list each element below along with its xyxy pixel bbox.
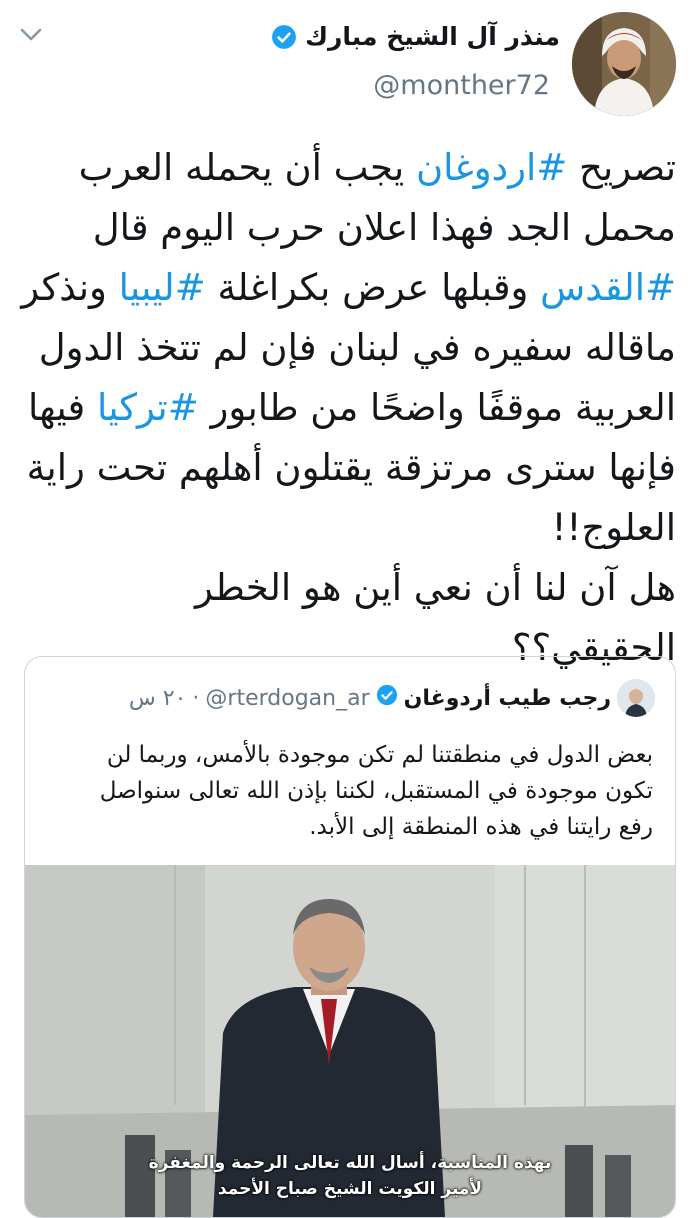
video-subtitle-line: لأمير الكويت الشيخ صباح الأحمد	[217, 1179, 483, 1199]
quoted-tweet-video[interactable]: بهذه المناسبة، أسال الله تعالى الرحمة وا…	[25, 865, 675, 1217]
hashtag-link[interactable]: #اردوغان	[416, 146, 567, 189]
tweet-text-segment: فيها	[28, 386, 97, 429]
verified-badge-icon	[376, 684, 398, 712]
verified-badge-icon	[271, 24, 297, 50]
tweet-text-segment: العربية موقفًا واضحًا من طابور	[198, 386, 677, 429]
author-name-row[interactable]: منذر آل الشيخ مبارك	[271, 22, 560, 51]
quoted-text-line: تكون موجودة في المستقبل، لكننا بإذن الله…	[99, 778, 653, 804]
tweet-text-line: فإنها سترى مرتزقة يقتلون أهلهم تحت راية	[20, 438, 676, 498]
author-handle[interactable]: @monther72	[373, 70, 550, 101]
tweet-text-line: تصريح #اردوغان يجب أن يحمله العرب	[20, 138, 676, 198]
quoted-text-line: رفع رايتنا في هذه المنطقة إلى الأبد.	[309, 814, 653, 840]
tweet-text-line: العربية موقفًا واضحًا من طابور #تركيا في…	[20, 378, 676, 438]
quoted-tweet-header: رجب طيب أردوغان @rterdogan_ar · ٢٠ س	[129, 679, 655, 717]
hashtag-link[interactable]: #ليبيا	[119, 266, 206, 309]
chevron-down-icon[interactable]	[18, 22, 44, 48]
tweet-text-line: العلوج!!	[20, 498, 676, 558]
hashtag-link[interactable]: #تركيا	[97, 386, 199, 429]
tweet-text-segment: هل آن لنا أن نعي أين هو الخطر الحقيقي؟؟	[194, 566, 676, 669]
quoted-text-line: بعض الدول في منطقتنا لم تكن موجودة بالأم…	[106, 742, 653, 768]
quoted-tweet-card[interactable]: رجب طيب أردوغان @rterdogan_ar · ٢٠ س بعض…	[24, 656, 676, 1218]
tweet-text-line: ماقاله سفيره في لبنان فإن لم تتخذ الدول	[20, 318, 676, 378]
author-display-name[interactable]: منذر آل الشيخ مبارك	[305, 22, 560, 51]
quoted-author-name[interactable]: رجب طيب أردوغان	[404, 686, 611, 711]
tweet-text-segment: تصريح	[567, 146, 676, 189]
quoted-tweet-time[interactable]: ٢٠ س	[129, 686, 187, 711]
tweet-text-segment: يجب أن يحمله العرب	[78, 146, 416, 189]
hashtag-link[interactable]: #القدس	[540, 266, 676, 309]
tweet-text-line: محمل الجد فهذا اعلان حرب اليوم قال	[20, 198, 676, 258]
quoted-author-handle[interactable]: @rterdogan_ar	[205, 686, 369, 711]
tweet-text-segment: ماقاله سفيره في لبنان فإن لم تتخذ الدول	[38, 326, 676, 369]
video-subtitle-line: بهذه المناسبة، أسال الله تعالى الرحمة وا…	[148, 1153, 552, 1173]
quoted-author-avatar[interactable]	[617, 679, 655, 717]
tweet-text-segment: محمل الجد فهذا اعلان حرب اليوم قال	[92, 206, 676, 249]
header-separator: ·	[192, 685, 200, 711]
quoted-tweet-text: بعض الدول في منطقتنا لم تكن موجودة بالأم…	[47, 737, 653, 845]
tweet-text-line: #القدس وقبلها عرض بكراغلة #ليبيا ونذكر	[20, 258, 676, 318]
author-avatar[interactable]	[572, 12, 676, 116]
tweet-text-segment: العلوج!!	[551, 506, 676, 549]
tweet-text-segment: وقبلها عرض بكراغلة	[205, 266, 541, 309]
tweet-text-segment: فإنها سترى مرتزقة يقتلون أهلهم تحت راية	[26, 446, 676, 489]
tweet-text: تصريح #اردوغان يجب أن يحمله العرب محمل ال…	[20, 138, 676, 678]
tweet-text-segment: ونذكر	[21, 266, 119, 309]
